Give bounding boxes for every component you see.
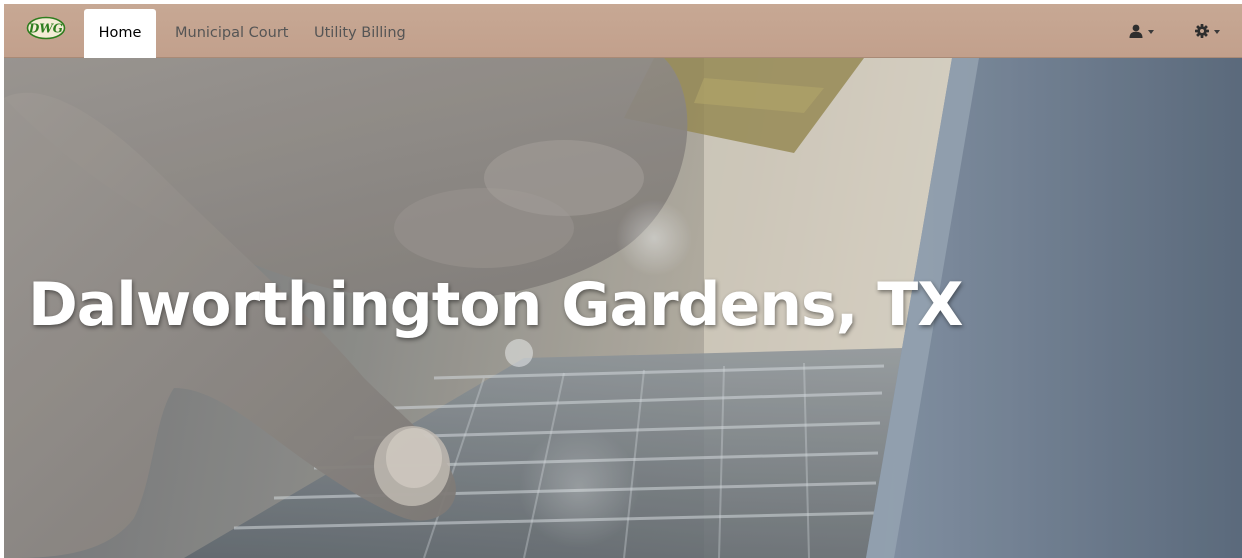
tab-municipal-court[interactable]: Municipal Court (175, 9, 288, 58)
user-menu-toggle[interactable] (1129, 21, 1154, 41)
top-navbar: DWG Home Municipal Court Utility Billing (4, 4, 1242, 58)
dwg-logo-icon[interactable]: DWG (26, 16, 66, 40)
chevron-down-icon (1148, 30, 1154, 34)
logo-text: DWG (28, 22, 63, 36)
hero-title: Dalworthington Gardens, TX (28, 270, 963, 340)
chevron-down-icon (1214, 30, 1220, 34)
gear-icon (1195, 24, 1209, 38)
hero-banner: Dalworthington Gardens, TX (4, 58, 1242, 558)
settings-menu-toggle[interactable] (1195, 21, 1220, 41)
tab-home[interactable]: Home (84, 9, 156, 58)
tab-utility-billing[interactable]: Utility Billing (314, 9, 406, 58)
user-icon (1129, 24, 1143, 38)
page-frame: DWG Home Municipal Court Utility Billing (4, 4, 1242, 558)
